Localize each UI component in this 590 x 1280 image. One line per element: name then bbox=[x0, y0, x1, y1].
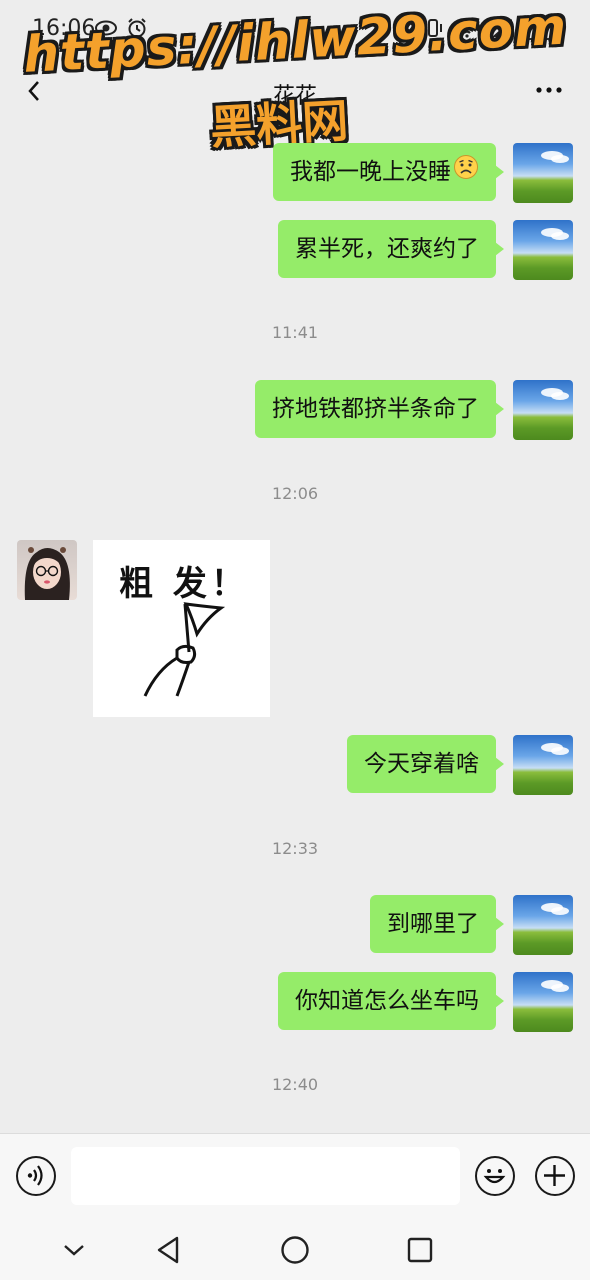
battery-indicator: 97 bbox=[524, 20, 565, 40]
system-nav-bar bbox=[0, 1218, 590, 1280]
my-avatar[interactable] bbox=[513, 735, 573, 795]
timestamp: 12:40 bbox=[271, 1075, 319, 1094]
eye-icon bbox=[94, 17, 118, 43]
recents-square-icon[interactable] bbox=[402, 1232, 438, 1268]
emoji-icon[interactable] bbox=[475, 1156, 515, 1196]
vibrate-icon bbox=[422, 17, 444, 43]
wifi-icon bbox=[454, 17, 480, 43]
my-avatar[interactable] bbox=[513, 380, 573, 440]
message-bubble[interactable]: 累半死，还爽约了 bbox=[278, 220, 504, 278]
my-avatar[interactable] bbox=[513, 972, 573, 1032]
contact-avatar[interactable] bbox=[17, 540, 77, 600]
timestamp: 11:41 bbox=[271, 323, 319, 342]
alarm-icon bbox=[126, 17, 148, 43]
timestamp: 12:33 bbox=[271, 839, 319, 858]
more-dots-icon[interactable] bbox=[534, 80, 564, 100]
plus-icon[interactable] bbox=[535, 1156, 575, 1196]
my-avatar[interactable] bbox=[513, 220, 573, 280]
message-bubble[interactable]: 今天穿着啥 bbox=[347, 735, 504, 793]
home-circle-icon[interactable] bbox=[277, 1232, 313, 1268]
message-bubble[interactable]: 到哪里了 bbox=[370, 895, 504, 953]
status-bar: 16:06 97 bbox=[0, 0, 590, 58]
my-avatar[interactable] bbox=[513, 143, 573, 203]
back-triangle-icon[interactable] bbox=[151, 1232, 187, 1268]
chat-header: 花花 bbox=[0, 58, 590, 128]
timestamp: 12:06 bbox=[271, 484, 319, 503]
status-time: 16:06 bbox=[32, 16, 96, 41]
frown-emoji-icon bbox=[453, 144, 479, 202]
input-bar bbox=[0, 1133, 590, 1218]
message-bubble[interactable]: 你知道怎么坐车吗 bbox=[278, 972, 504, 1030]
chat-title: 花花 bbox=[272, 84, 317, 109]
message-bubble[interactable]: 我都一晚上没睡 bbox=[273, 143, 504, 202]
flag-hand-sticker[interactable]: 粗 发！ bbox=[93, 540, 270, 717]
message-input[interactable] bbox=[71, 1147, 460, 1205]
signal-icon bbox=[490, 17, 514, 43]
message-bubble[interactable]: 挤地铁都挤半条命了 bbox=[255, 380, 504, 438]
my-avatar[interactable] bbox=[513, 895, 573, 955]
collapse-down-icon[interactable] bbox=[56, 1232, 92, 1268]
voice-icon[interactable] bbox=[16, 1156, 56, 1196]
message-text: 我都一晚上没睡 bbox=[290, 159, 451, 185]
